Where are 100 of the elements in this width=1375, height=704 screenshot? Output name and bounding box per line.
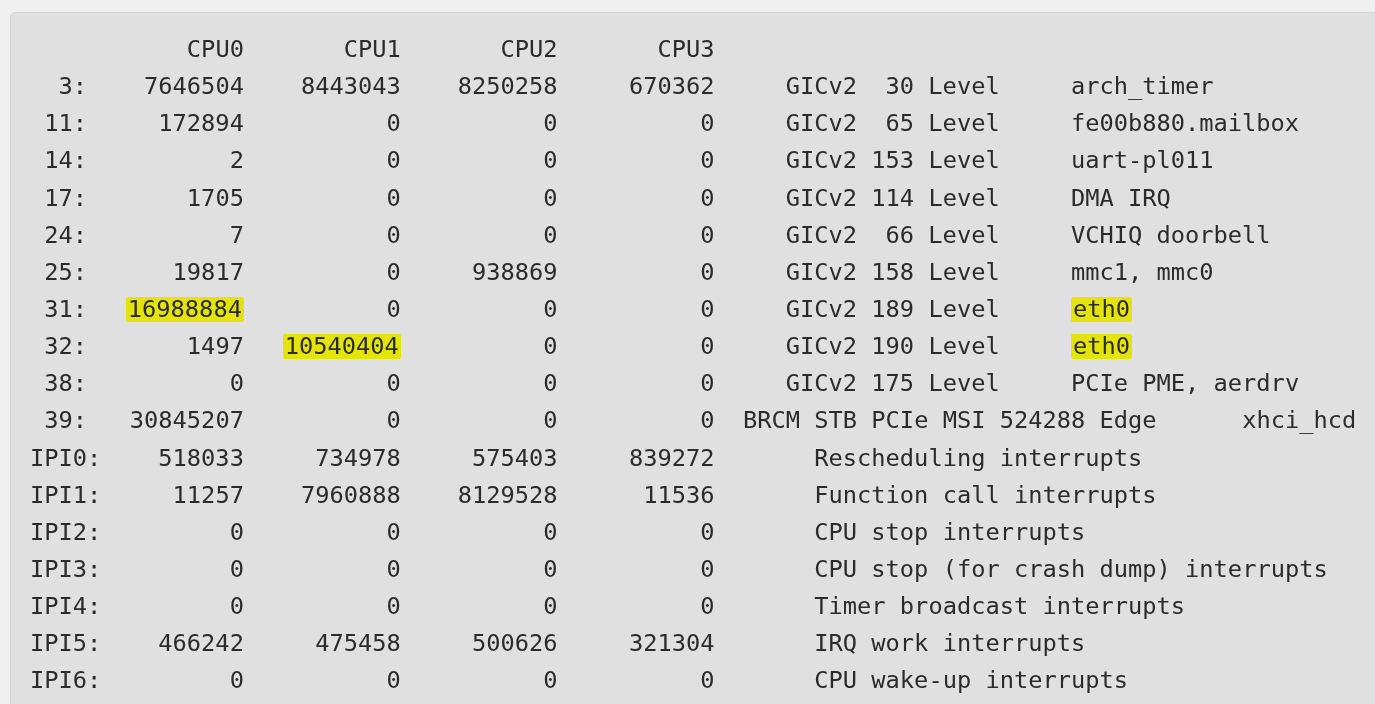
interrupt-number: 17: [43, 182, 89, 214]
interrupt-description: Timer broadcast interrupts [814, 591, 1186, 623]
interrupt-number: 32: [43, 331, 89, 363]
interrupt-count: 670362 [628, 72, 715, 101]
interrupt-number: 25: [43, 256, 89, 288]
hardware-irq: 189 [871, 294, 915, 325]
hardware-irq: 524288 [999, 405, 1086, 437]
interrupt-count: 0 [229, 592, 244, 621]
interrupt-count: 575403 [472, 443, 558, 472]
interrupt-count: 172894 [158, 109, 244, 138]
interrupt-count: 0 [386, 183, 401, 212]
interrupt-count: 0 [386, 257, 401, 286]
controller-name: GICv2 [784, 219, 858, 251]
interrupt-count: 0 [543, 295, 558, 323]
interrupt-description: Rescheduling interrupts [814, 442, 1143, 474]
device-name: DMA IRQ [1070, 183, 1171, 212]
device-name: arch_timer [1070, 72, 1214, 101]
interrupt-count: 0 [386, 666, 401, 695]
interrupt-number: 11: [43, 108, 89, 140]
controller-name: GICv2 [784, 71, 858, 103]
trigger-type: Edge [1099, 405, 1158, 437]
interrupt-count: 0 [700, 666, 715, 695]
interrupt-count: 1705 [186, 183, 244, 212]
interrupt-count: 0 [543, 183, 558, 212]
device-name: mmc1, mmc0 [1070, 257, 1214, 286]
interrupt-count: 938869 [472, 257, 558, 286]
hardware-irq: 65 [884, 108, 915, 140]
interrupt-count: 0 [229, 517, 244, 546]
controller-name: BRCM STB PCIe MSI [743, 405, 986, 437]
hardware-irq: 190 [871, 331, 915, 363]
interrupt-count: 839272 [628, 443, 715, 472]
interrupt-count: 7960888 [300, 480, 401, 509]
controller-name: GICv2 [784, 294, 858, 325]
interrupt-count: 0 [386, 554, 401, 583]
interrupt-number: IPI5: [30, 628, 102, 660]
trigger-type: Level [928, 145, 1001, 177]
interrupt-count: 0 [229, 369, 244, 398]
interrupt-count: 0 [700, 109, 715, 138]
interrupt-count: 0 [386, 369, 401, 398]
interrupt-count: 0 [700, 257, 715, 286]
interrupt-count: 0 [386, 220, 401, 249]
interrupt-description: Function call interrupts [814, 479, 1157, 511]
interrupt-count: 0 [700, 406, 715, 435]
controller-name: GICv2 [784, 256, 858, 288]
interrupt-count: 0 [700, 592, 715, 621]
interrupt-count: 500626 [472, 629, 558, 658]
controller-name: GICv2 [784, 182, 858, 214]
interrupt-number: 38: [43, 368, 89, 400]
interrupt-count: 0 [543, 517, 558, 546]
trigger-type: Level [928, 71, 1001, 103]
interrupt-count: 466242 [158, 629, 244, 658]
interrupt-number: 3: [57, 71, 89, 103]
cpu-column-header: CPU1 [342, 34, 401, 65]
trigger-type: Level [928, 331, 1001, 363]
interrupt-number: IPI2: [30, 516, 102, 548]
interrupt-count: 321304 [628, 629, 715, 658]
interrupt-description: IRQ work interrupts [814, 628, 1086, 660]
interrupt-count: 0 [386, 146, 401, 175]
interrupt-count: 0 [386, 295, 401, 323]
interrupt-count: 8129528 [457, 480, 558, 509]
hardware-irq: 158 [871, 256, 915, 288]
interrupt-count: 8250258 [457, 72, 558, 101]
interrupt-count: 0 [543, 220, 558, 249]
interrupt-count: 0 [543, 109, 558, 138]
interrupt-count: 0 [700, 554, 715, 583]
interrupt-count: 0 [543, 666, 558, 695]
interrupt-number: 14: [43, 145, 89, 177]
hardware-irq: 153 [871, 145, 915, 177]
interrupt-count: 11536 [643, 480, 715, 509]
interrupt-count: 11257 [172, 480, 244, 509]
interrupt-count: 0 [543, 406, 558, 435]
controller-name: GICv2 [784, 331, 858, 363]
device-name: eth0 [1070, 334, 1132, 359]
interrupt-number: 39: [43, 405, 89, 437]
device-name: xhci_hcd [1242, 406, 1357, 435]
interrupt-count: 0 [543, 592, 558, 621]
device-name: uart-pl011 [1070, 146, 1214, 175]
device-name: VCHIQ doorbell [1070, 220, 1271, 249]
interrupt-count: 30845207 [129, 406, 244, 435]
device-name: PCIe PME, aerdrv [1070, 369, 1300, 398]
trigger-type: Level [928, 256, 1001, 288]
interrupt-number: 31: [43, 294, 89, 325]
interrupt-number: IPI0: [30, 442, 102, 474]
interrupt-number: IPI4: [30, 591, 102, 623]
interrupt-count: 0 [386, 592, 401, 621]
interrupt-count: 0 [700, 332, 715, 361]
interrupt-count: 0 [543, 369, 558, 398]
device-name: fe00b880.mailbox [1070, 109, 1300, 138]
cpu-column-header: CPU0 [185, 34, 244, 65]
interrupt-count: 2 [229, 146, 244, 175]
trigger-type: Level [928, 219, 1001, 251]
trigger-type: Level [928, 294, 1001, 325]
interrupt-count: 0 [543, 332, 558, 361]
interrupt-number: IPI1: [30, 479, 102, 511]
trigger-type: Level [928, 108, 1001, 140]
interrupt-count: 0 [386, 517, 401, 546]
interrupt-count: 0 [229, 554, 244, 583]
controller-name: GICv2 [784, 368, 858, 400]
hardware-irq: 30 [884, 71, 915, 103]
interrupt-description: CPU stop (for crash dump) interrupts [814, 553, 1328, 585]
